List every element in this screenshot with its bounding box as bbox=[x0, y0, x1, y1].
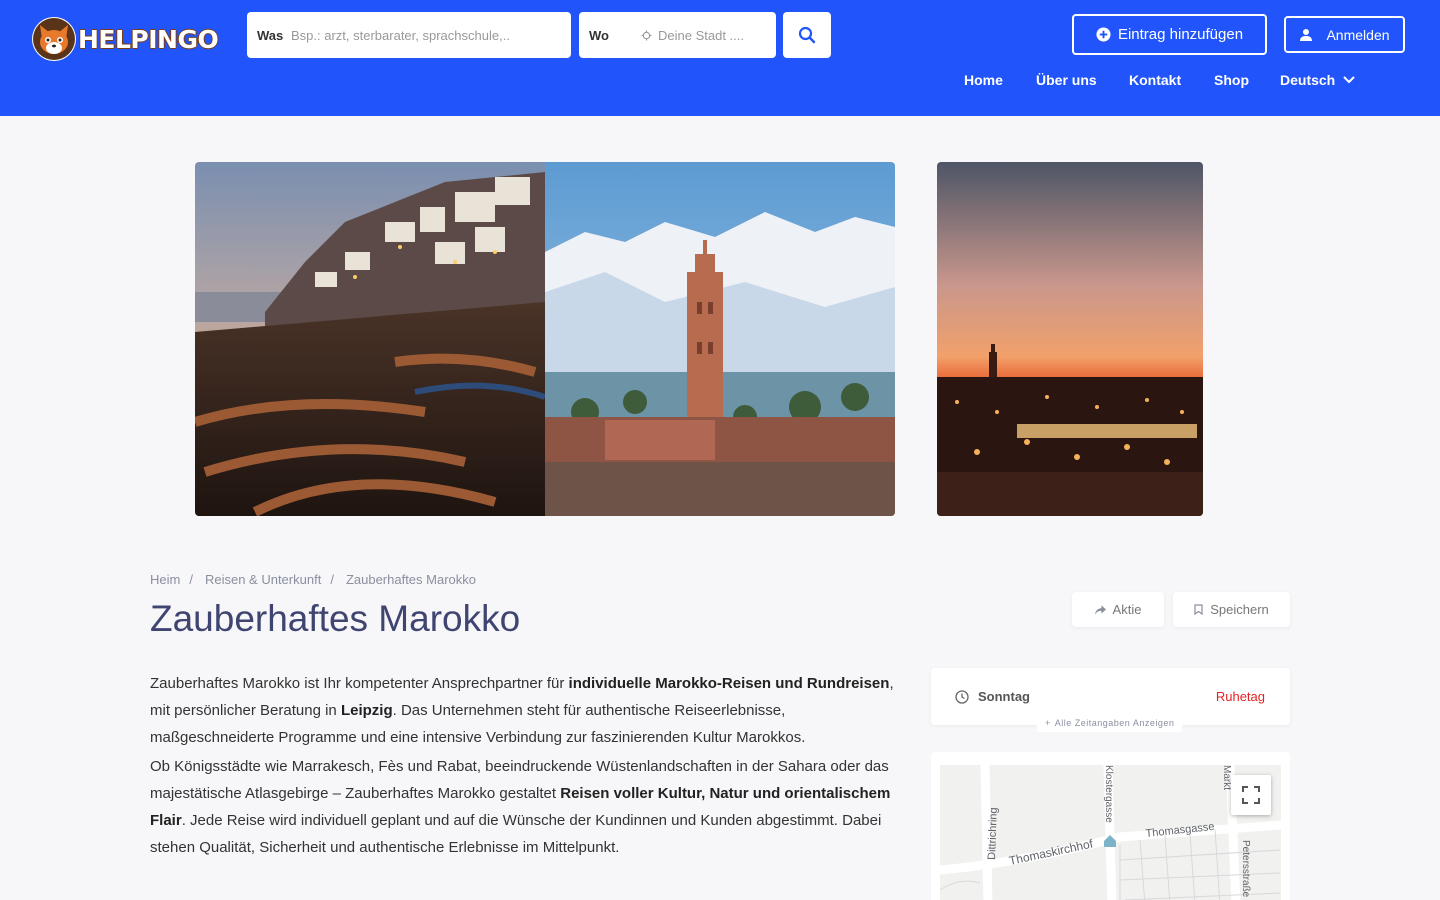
search-icon bbox=[798, 26, 816, 44]
add-entry-label: Eintrag hinzufügen bbox=[1117, 26, 1244, 43]
save-label: Speichern bbox=[1210, 602, 1269, 617]
opening-hours-day: Sonntag bbox=[955, 689, 1030, 704]
map-street-label: Klostergasse bbox=[1103, 765, 1114, 823]
show-all-hours-label: Alle Zeitangaben Anzeigen bbox=[1054, 718, 1175, 728]
clock-icon bbox=[955, 689, 969, 704]
main-nav: Home Über uns Kontakt Shop Deutsch bbox=[0, 72, 1440, 92]
nav-shop[interactable]: Shop bbox=[1214, 72, 1249, 88]
search-where-box: Wo bbox=[579, 12, 776, 58]
language-label: Deutsch bbox=[1280, 72, 1336, 88]
description-paragraph: Zauberhaftes Marokko ist Ihr kompetenter… bbox=[150, 670, 902, 751]
add-entry-button[interactable]: Eintrag hinzufügen bbox=[1072, 14, 1267, 55]
description-highlight: Leipzig bbox=[340, 702, 393, 719]
brand-name: HELPINGO bbox=[78, 24, 219, 54]
search-what-label: Was bbox=[257, 27, 284, 43]
language-select[interactable]: Deutsch bbox=[1280, 72, 1355, 88]
map-street-label: Petersstraße bbox=[1240, 840, 1251, 898]
gallery-image-jemaa-el-fna[interactable] bbox=[937, 162, 1203, 516]
description-paragraph: Ob Königsstädte wie Marrakesch, Fès und … bbox=[150, 753, 902, 861]
breadcrumb-current: Zauberhaftes Marokko bbox=[345, 572, 477, 587]
fox-mascot-icon bbox=[32, 17, 76, 61]
page-title: Zauberhaftes Marokko bbox=[150, 598, 521, 639]
breadcrumb: Heim / Reisen & Unterkunft / Zauberhafte… bbox=[150, 572, 476, 587]
nav-contact[interactable]: Kontakt bbox=[1129, 72, 1181, 88]
search-where-label: Wo bbox=[589, 27, 609, 43]
share-button[interactable]: Aktie bbox=[1072, 592, 1164, 627]
chevron-down-icon bbox=[1343, 76, 1355, 84]
opening-hours-day-label: Sonntag bbox=[978, 689, 1030, 704]
description-highlight: individuelle Marokko-Reisen und Rundreis… bbox=[568, 675, 890, 692]
login-button[interactable]: Anmelden bbox=[1284, 16, 1405, 53]
breadcrumb-separator: / bbox=[189, 572, 193, 587]
description-text: . Jede Reise wird individuell geplant un… bbox=[150, 812, 882, 856]
fullscreen-icon bbox=[1242, 786, 1260, 804]
share-icon bbox=[1094, 604, 1106, 615]
nav-home[interactable]: Home bbox=[964, 72, 1003, 88]
nav-about[interactable]: Über uns bbox=[1036, 72, 1097, 88]
description: Zauberhaftes Marokko ist Ihr kompetenter… bbox=[150, 670, 902, 863]
login-label: Anmelden bbox=[1326, 26, 1390, 43]
breadcrumb-separator: / bbox=[330, 572, 334, 587]
map-fullscreen-button[interactable] bbox=[1231, 775, 1271, 815]
share-label: Aktie bbox=[1112, 602, 1142, 617]
save-button[interactable]: Speichern bbox=[1173, 592, 1290, 627]
map-street-label: Dittrichring bbox=[986, 807, 1000, 860]
crosshair-icon bbox=[641, 29, 652, 41]
description-text: Zauberhaftes Marokko ist Ihr kompetenter… bbox=[150, 675, 569, 692]
brand-logo[interactable]: HELPINGO bbox=[32, 16, 219, 62]
bookmark-icon bbox=[1194, 604, 1203, 615]
search-what-input[interactable] bbox=[291, 27, 571, 43]
opening-hours-status: Ruhetag bbox=[1215, 689, 1265, 704]
plus-icon: + bbox=[1045, 718, 1051, 728]
breadcrumb-home[interactable]: Heim bbox=[150, 572, 180, 587]
user-icon bbox=[1300, 28, 1313, 41]
site-header: HELPINGO Was Wo Eintrag hinzufügen bbox=[0, 0, 1440, 116]
location-map[interactable]: Dittrichring Thomaskirchhof Thomasgasse … bbox=[940, 765, 1281, 900]
search-what-box: Was bbox=[247, 12, 571, 58]
show-all-hours-button[interactable]: + Alle Zeitangaben Anzeigen bbox=[1037, 714, 1183, 732]
breadcrumb-category[interactable]: Reisen & Unterkunft bbox=[205, 572, 321, 587]
search-where-input[interactable] bbox=[658, 27, 776, 43]
gallery-image-coast[interactable] bbox=[195, 162, 545, 516]
gallery-image-koutoubia[interactable] bbox=[545, 162, 895, 516]
search-button[interactable] bbox=[783, 12, 831, 58]
plus-circle-icon bbox=[1096, 27, 1111, 42]
